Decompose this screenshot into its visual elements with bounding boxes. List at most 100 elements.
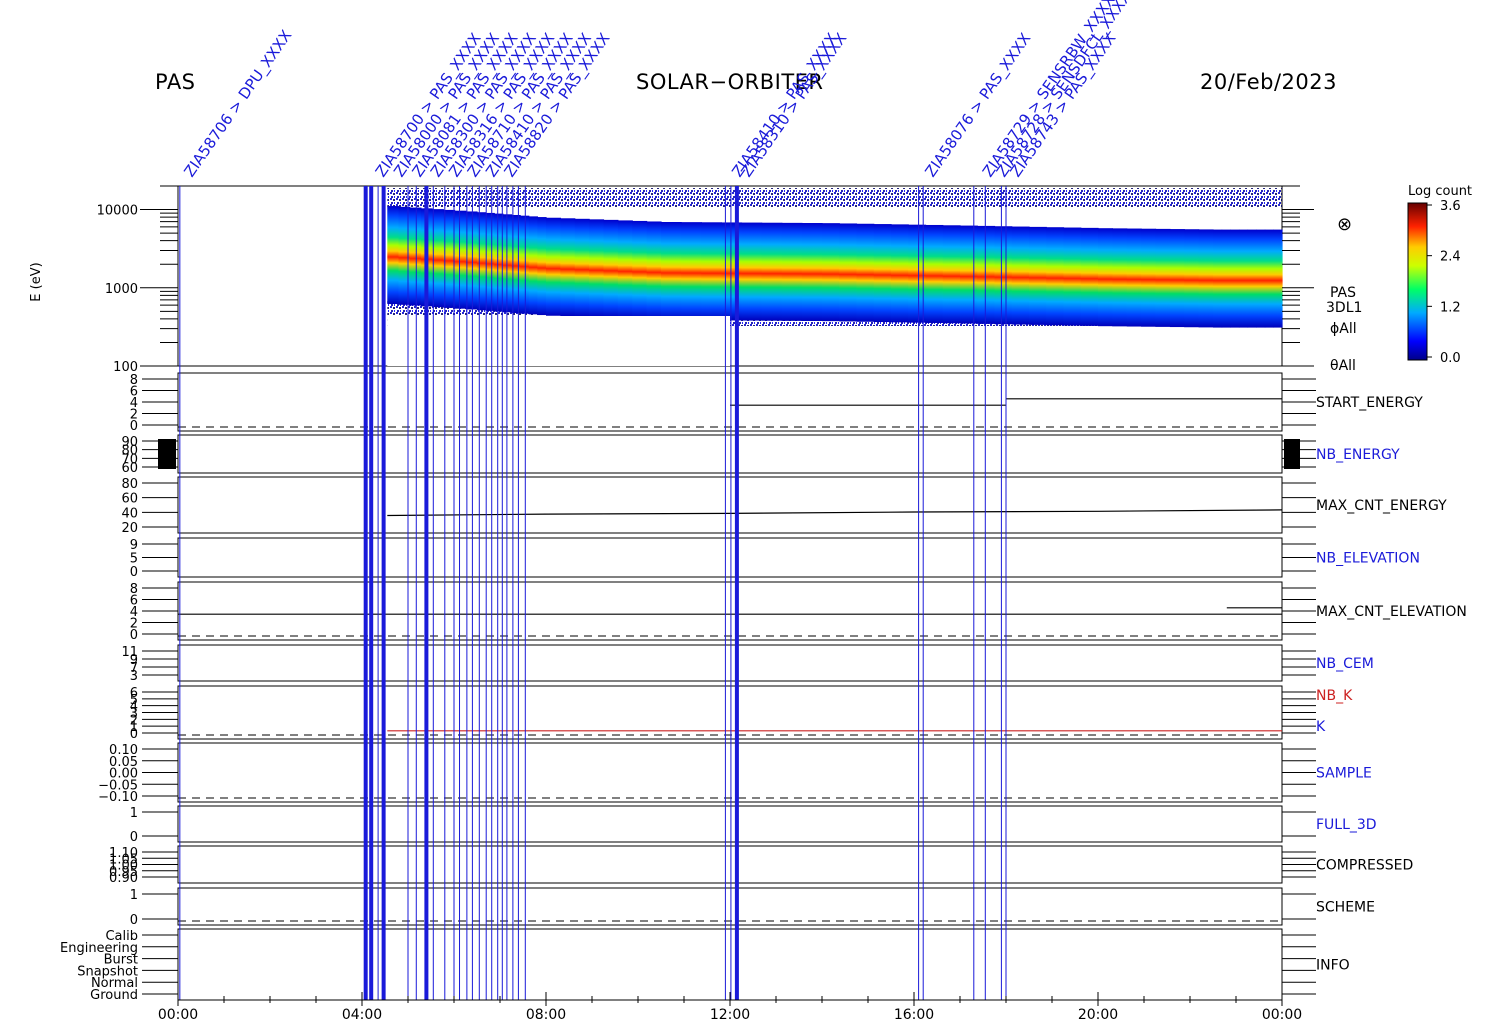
spectrogram-slice	[1273, 229, 1283, 328]
theta-label: θAll	[1330, 358, 1356, 374]
panel-ytick-label: 0	[130, 830, 138, 845]
spectrogram-slice	[1247, 229, 1257, 328]
panel-frame	[177, 928, 1283, 1001]
panel-label: MAX_CNT_ELEVATION	[1316, 604, 1467, 620]
energy-spectrogram: 100001000100E (eV)	[29, 185, 1314, 375]
panel-ytick-label: 40	[121, 506, 138, 521]
panel-label: FULL_3D	[1316, 817, 1377, 833]
spectrogram-slice	[873, 224, 892, 323]
panel-ytick-label: 60	[121, 492, 138, 507]
spectrogram-slice	[761, 222, 783, 321]
x-tick-label: 12:00	[710, 1007, 750, 1020]
panel-ytick-label: −0.10	[98, 790, 138, 805]
spectrogram-slice	[681, 222, 702, 321]
spectrogram-slice	[1264, 229, 1274, 328]
spectrogram-slice	[994, 226, 1013, 325]
spectrogram-slice	[1238, 229, 1249, 328]
panel-frame	[177, 372, 1283, 432]
pas-quicklook-figure: PAS SOLAR−ORBITER 20/Feb/2023 ZIA58706 >…	[0, 0, 1512, 1020]
panel-label: NB_ELEVATION	[1316, 551, 1420, 567]
spectrogram-slice	[960, 225, 978, 324]
spectrogram-ytick-label: 10000	[97, 204, 138, 219]
spectrogram-slice	[387, 206, 400, 305]
spectrogram-slice	[1256, 229, 1266, 328]
spectrogram-slice	[398, 206, 411, 305]
spectrogram-slice	[1169, 229, 1185, 328]
spectrogram-slice	[528, 216, 538, 315]
panel-compressed: 1.101.051.000.950.90COMPRESSED	[109, 845, 1413, 886]
phi-label: ϕAll	[1330, 321, 1357, 337]
panel-frame	[177, 581, 1283, 641]
spectrogram-gap-region	[387, 316, 730, 366]
x-tick-label: 04:00	[342, 1007, 382, 1020]
colorbar: Log count 3.6 2.4 1.2 0.0	[1407, 184, 1472, 366]
spectrogram-slice	[1184, 229, 1200, 328]
x-tick-label: 00:00	[158, 1007, 198, 1020]
command-label: ZIA58706 > DPU_XXXX	[180, 27, 296, 181]
panel-ytick-label: 1	[130, 888, 138, 903]
spectrogram-slice	[1063, 227, 1082, 326]
panel-label: SAMPLE	[1316, 766, 1372, 782]
spectrogram-slice	[1046, 227, 1065, 326]
colorbar-tick-label: 0.0	[1440, 351, 1461, 366]
spectrogram-slice	[546, 217, 561, 316]
x-tick-label: 16:00	[894, 1007, 934, 1020]
time-axis: 00:00 04:00 08:00 12:00 16:00 20:00 00:00	[158, 992, 1302, 1020]
panel-info: CalibEngineeringBurstSnapshotNormalGroun…	[60, 928, 1350, 1003]
spectrogram-labels: ⊗ PAS 3DL1 ϕAll θAll	[1326, 214, 1362, 374]
panel-frame	[177, 742, 1283, 803]
spectrogram-slice	[781, 222, 803, 321]
spectrogram-slice	[485, 212, 495, 311]
product-label: PAS	[1330, 285, 1356, 301]
panel-nb-energy: 90807060NB_ENERGY	[121, 434, 1400, 476]
panel-ytick-label: 60	[121, 461, 138, 476]
spectrogram-slice	[1112, 228, 1128, 327]
stacked-plot: ZIA58706 > DPU_XXXX ZIA58700 > PAS_XXXXZI…	[29, 0, 1472, 1020]
command-labels: ZIA58706 > DPU_XXXX ZIA58700 > PAS_XXXXZI…	[180, 0, 1135, 181]
panel-ytick-label: Ground	[90, 988, 138, 1003]
panel-label: NB_K	[1316, 688, 1353, 704]
spectrogram-slice	[409, 207, 422, 306]
spectrogram-slice	[839, 223, 858, 322]
panel-label-secondary: K	[1316, 719, 1326, 735]
spectrogram-slice	[741, 222, 763, 321]
spectrogram-slice	[1221, 229, 1231, 328]
panel-nb-cem: 11973NB_CEM	[121, 644, 1374, 684]
spectrogram-slice	[701, 222, 722, 321]
panel-ytick-label: 20	[121, 521, 138, 536]
spectrogram-slice	[1213, 229, 1223, 328]
colorbar-title: Log count	[1408, 184, 1472, 199]
panel-ytick-label: 0	[130, 565, 138, 580]
spectrogram-slice	[632, 220, 648, 319]
spectrogram-slice	[1080, 227, 1099, 326]
panel-ytick-label: 3	[130, 669, 138, 684]
panel-label: COMPRESSED	[1316, 858, 1413, 874]
colorbar-tick-label: 1.2	[1440, 300, 1461, 315]
spectrogram-slice	[454, 210, 467, 309]
panel-frame	[177, 644, 1283, 682]
spectrogram-slice	[520, 215, 530, 314]
panel-ytick-label: 0	[130, 628, 138, 643]
spectrogram-slice	[603, 219, 619, 318]
panel-label: NB_CEM	[1316, 656, 1374, 672]
panel-max-cnt-energy: 80604020 MAX_CNT_ENERGY	[121, 476, 1447, 536]
panel-k: 6543210NB_KK	[130, 685, 1353, 742]
spectrogram-slice	[1029, 226, 1047, 325]
spectrogram-slice	[432, 209, 444, 308]
panel-frame	[177, 434, 1283, 474]
panel-ytick-label: 0	[130, 913, 138, 928]
spectrogram-slice	[1198, 229, 1214, 328]
spectrogram-slice	[560, 218, 576, 317]
panel-frame	[177, 845, 1283, 884]
panel-label: INFO	[1316, 958, 1350, 974]
spectrogram-slice	[942, 225, 961, 324]
panel-ytick-label: 80	[121, 477, 138, 492]
x-tick-label: 08:00	[526, 1007, 566, 1020]
spectrogram-slice	[1141, 228, 1157, 327]
mode-label: 3DL1	[1326, 300, 1362, 316]
nb-energy-dense-ticks-right	[1284, 439, 1300, 469]
panel-series-line	[387, 509, 1283, 517]
spectrogram-ytick-label: 1000	[105, 282, 138, 297]
timeseries-panels: 86420START_ENERGY90807060NB_ENERGY806040…	[60, 372, 1467, 1003]
spectrogram-slice	[646, 221, 662, 320]
